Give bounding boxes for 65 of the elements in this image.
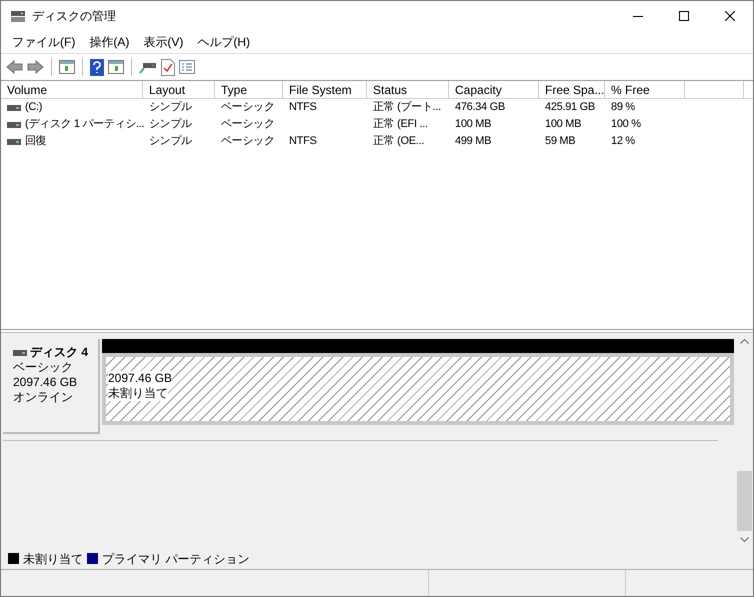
table-cell-text: ベーシック [221, 100, 275, 116]
table-cell-text: 12 % [611, 134, 635, 150]
table-cell-text: シンプル [149, 100, 192, 116]
disk-size: 2097.46 GB [13, 375, 78, 390]
table-cell-text: 100 MB [455, 117, 492, 132]
table-cell-text: 100 % [611, 117, 641, 132]
disk-status: オンライン [13, 390, 74, 405]
disk-info-panel[interactable]: ディスク 4 ベーシック 2097.46 GB オンライン [3, 339, 100, 434]
close-icon [725, 11, 735, 21]
drive-icon [7, 122, 21, 128]
column-header[interactable]: Free Spa... [539, 81, 605, 98]
disk-name: ディスク 4 [30, 345, 88, 360]
table-cell-text: ベーシック [221, 117, 275, 132]
forward-arrow-icon[interactable] [27, 60, 44, 74]
column-header[interactable]: Type [215, 81, 283, 98]
table-cell-text: 正常 (ブート... [373, 100, 441, 116]
help-icon[interactable] [90, 58, 104, 76]
table-cell-text: 100 MB [545, 117, 582, 132]
table-cell-text: 425.91 GB [545, 100, 595, 116]
scroll-thumb[interactable] [737, 471, 752, 531]
table-cell-text: (C:) [25, 100, 42, 116]
legend-label: プライマリ パーティション [102, 550, 250, 568]
maximize-icon [679, 11, 689, 21]
table-cell-text: 499 MB [455, 134, 492, 150]
table-row[interactable]: 回復 シンプル ベーシック NTFS 正常 (OE... 499 MB 59 MB 12 % [1, 133, 753, 150]
table-row[interactable]: (C:) シンプル ベーシック NTFS 正常 (ブート... 476.34 GB 425.91 GB 89 % [1, 99, 753, 116]
menu-item[interactable]: 操作(A) [82, 33, 136, 51]
column-header[interactable]: Capacity [449, 81, 539, 98]
column-header[interactable]: Layout [143, 81, 215, 98]
disk-type: ベーシック [13, 360, 74, 375]
disk-drive-icon [10, 9, 26, 23]
drive-icon [7, 138, 21, 144]
scroll-down-icon[interactable] [740, 537, 749, 542]
table-cell-text: 59 MB [545, 134, 576, 150]
checklist-icon[interactable] [179, 60, 195, 74]
checked-document-icon[interactable] [161, 58, 175, 76]
table-cell-text: シンプル [149, 134, 192, 150]
legend-label: 未割り当て [23, 550, 83, 568]
table-cell-text: シンプル [149, 116, 192, 132]
partition-size: 2097.46 GB [108, 371, 172, 386]
column-header[interactable]: Volume [1, 81, 143, 98]
table-cell-text: 回復 [25, 134, 46, 150]
table-cell-text: NTFS [289, 134, 317, 150]
table-cell-text: 476.34 GB [455, 100, 505, 116]
column-header[interactable]: Status [367, 81, 449, 98]
column-header[interactable]: File System [283, 81, 367, 98]
menu-item[interactable]: 表示(V) [136, 33, 190, 51]
drive-icon [7, 104, 21, 110]
table-cell-text: NTFS [289, 100, 317, 116]
table-cell-text: (ディスク 1 パーティシ... [25, 117, 144, 132]
table-row[interactable]: (ディスク 1 パーティシ... シンプル ベーシック 正常 (EFI ... 100 MB 100 MB 100 % [1, 116, 753, 133]
window-title: ディスクの管理 [32, 8, 116, 25]
panel-icon[interactable] [59, 60, 75, 74]
table-cell-text: ベーシック [221, 134, 275, 150]
table-cell-text: 正常 (EFI ... [373, 117, 428, 132]
back-arrow-icon[interactable] [6, 60, 23, 74]
menu-item[interactable]: ヘルプ(H) [190, 33, 257, 51]
panel-icon[interactable] [108, 60, 124, 74]
partition-label: 未割り当て [108, 386, 168, 401]
menu-item[interactable]: ファイル(F) [5, 33, 82, 51]
table-cell-text: 89 % [611, 100, 635, 116]
table-cell-text: 正常 (OE... [373, 134, 424, 150]
column-header[interactable]: % Free [605, 81, 685, 98]
scroll-up-icon[interactable] [740, 339, 749, 344]
drive-connect-icon[interactable] [139, 60, 157, 74]
